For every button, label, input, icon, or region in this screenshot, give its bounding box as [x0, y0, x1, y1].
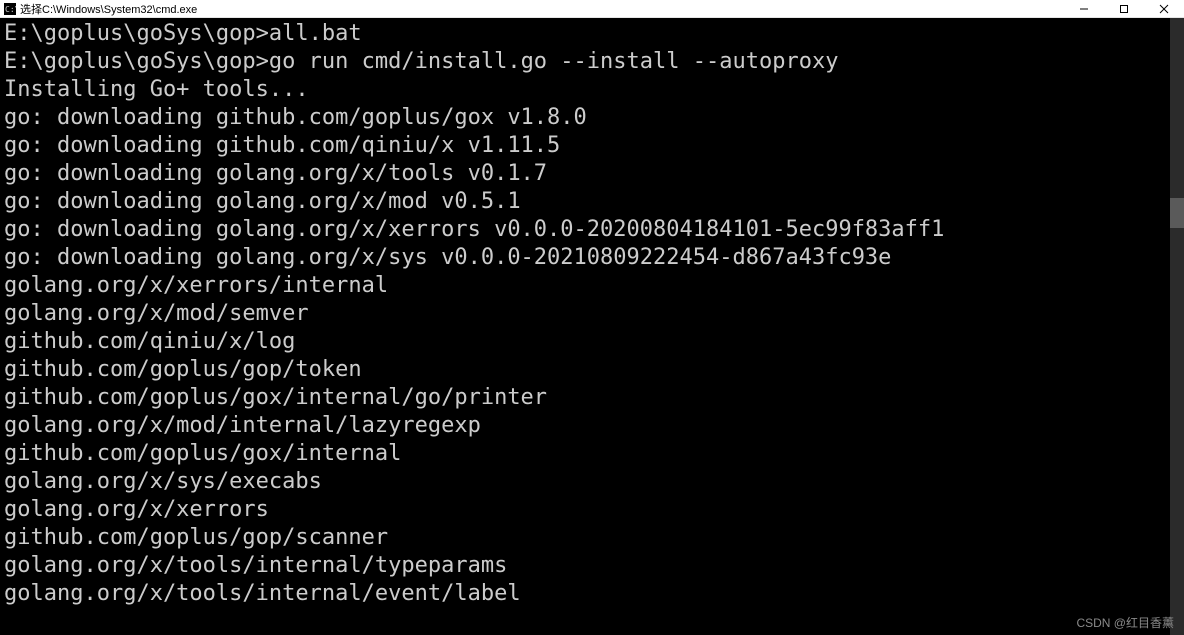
window-title: 选择C:\Windows\System32\cmd.exe — [20, 1, 197, 17]
output-line: Installing Go+ tools... — [4, 76, 1180, 104]
prompt-line: E:\goplus\goSys\gop>go run cmd/install.g… — [4, 48, 1180, 76]
output-line: golang.org/x/sys/execabs — [4, 468, 1180, 496]
command: go run cmd/install.go --install --autopr… — [269, 49, 839, 74]
output-line: github.com/qiniu/x/log — [4, 328, 1180, 356]
vertical-scrollbar[interactable] — [1170, 18, 1184, 635]
output-line: go: downloading golang.org/x/mod v0.5.1 — [4, 188, 1180, 216]
output-line: go: downloading github.com/qiniu/x v1.11… — [4, 132, 1180, 160]
output-line: golang.org/x/xerrors — [4, 496, 1180, 524]
maximize-button[interactable] — [1104, 0, 1144, 18]
cmd-icon: C:\ — [4, 3, 16, 15]
output-line: github.com/goplus/gop/token — [4, 356, 1180, 384]
output-line: golang.org/x/tools/internal/event/label — [4, 580, 1180, 608]
output-line: golang.org/x/mod/semver — [4, 300, 1180, 328]
prompt: E:\goplus\goSys\gop> — [4, 49, 269, 74]
minimize-button[interactable] — [1064, 0, 1104, 18]
window-title-bar: C:\ 选择C:\Windows\System32\cmd.exe — [0, 0, 1184, 18]
svg-text:C:\: C:\ — [5, 5, 16, 14]
output-line: go: downloading github.com/goplus/gox v1… — [4, 104, 1180, 132]
watermark: CSDN @红目香薰 — [1076, 614, 1174, 631]
output-line: golang.org/x/xerrors/internal — [4, 272, 1180, 300]
output-line: golang.org/x/mod/internal/lazyregexp — [4, 412, 1180, 440]
terminal-output[interactable]: E:\goplus\goSys\gop>all.batE:\goplus\goS… — [0, 18, 1184, 635]
output-line: go: downloading golang.org/x/sys v0.0.0-… — [4, 244, 1180, 272]
scrollbar-thumb[interactable] — [1170, 198, 1184, 228]
output-line: go: downloading golang.org/x/xerrors v0.… — [4, 216, 1180, 244]
output-line: github.com/goplus/gox/internal — [4, 440, 1180, 468]
output-line: github.com/goplus/gox/internal/go/printe… — [4, 384, 1180, 412]
window-controls — [1064, 0, 1184, 18]
close-button[interactable] — [1144, 0, 1184, 18]
prompt: E:\goplus\goSys\gop> — [4, 21, 269, 46]
output-line: go: downloading golang.org/x/tools v0.1.… — [4, 160, 1180, 188]
prompt-line: E:\goplus\goSys\gop>all.bat — [4, 20, 1180, 48]
title-left: C:\ 选择C:\Windows\System32\cmd.exe — [0, 1, 197, 17]
command: all.bat — [269, 21, 362, 46]
output-line: github.com/goplus/gop/scanner — [4, 524, 1180, 552]
output-line: golang.org/x/tools/internal/typeparams — [4, 552, 1180, 580]
